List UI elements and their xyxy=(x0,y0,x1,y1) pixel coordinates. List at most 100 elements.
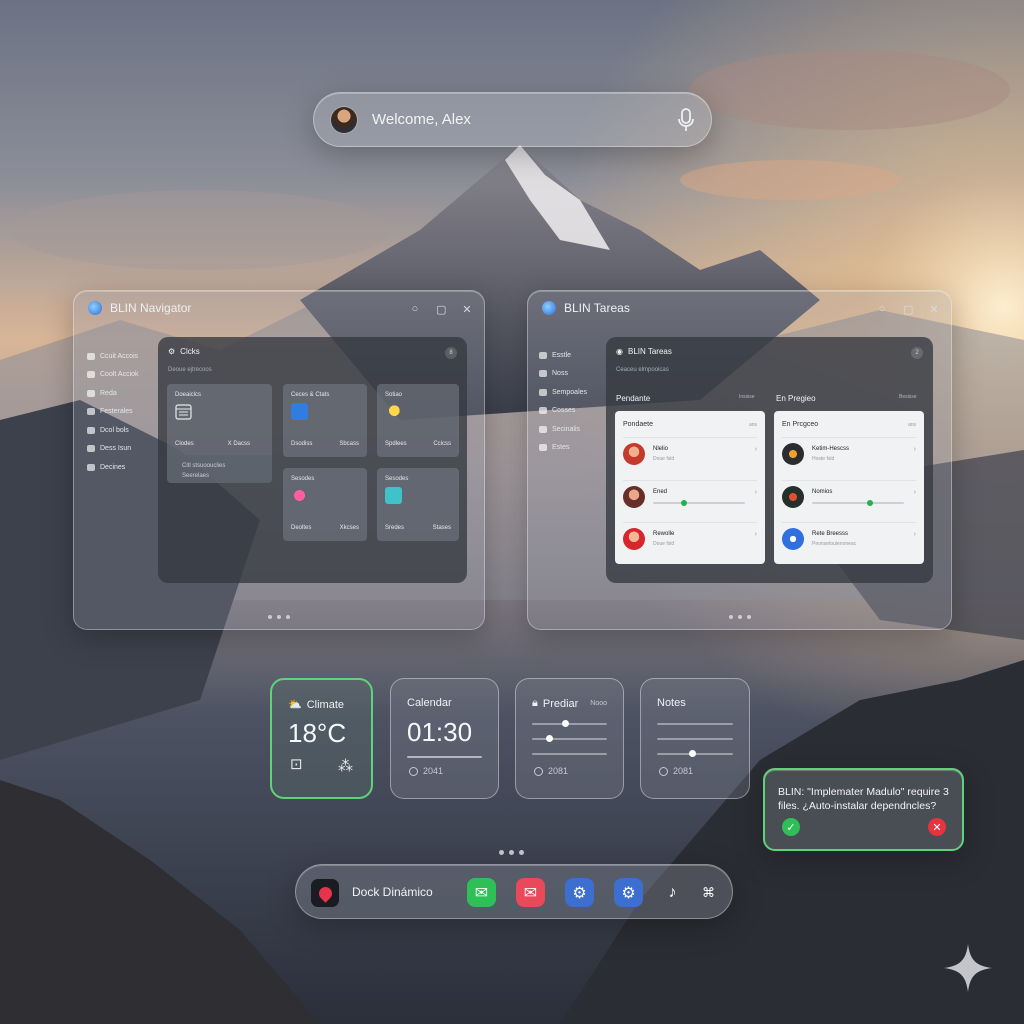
slider[interactable] xyxy=(532,720,607,727)
task-row[interactable]: Nlelio Doue fsld › xyxy=(623,437,757,469)
globe-icon: ◉ xyxy=(616,347,623,356)
tasks-title-bar: BLIN Tareas xyxy=(542,301,630,315)
maximize-icon[interactable]: ▢ xyxy=(436,303,446,316)
avatar xyxy=(782,443,804,465)
maximize-icon[interactable]: ▢ xyxy=(903,303,913,316)
column-title-progress: En Pregieo Besisse xyxy=(776,394,917,403)
panel-badge: 8 xyxy=(445,347,457,359)
panel-title: ⚙ Clcks xyxy=(168,347,200,356)
predict-widget[interactable]: 🔒︎ Prediar Nooo 2081 xyxy=(515,678,624,799)
welcome-bar[interactable]: Welcome, Alex xyxy=(313,92,712,147)
sidebar-item-icon xyxy=(539,370,547,378)
sidebar-item[interactable]: Esstle xyxy=(539,346,587,365)
sidebar-item[interactable]: Ccuit Accois xyxy=(87,347,139,366)
mail-icon[interactable]: ✉ xyxy=(516,878,545,907)
chevron-right-icon[interactable]: › xyxy=(755,446,757,453)
close-icon: ✕ xyxy=(932,821,942,834)
navigator-window[interactable]: BLIN Navigator ○ ▢ ✕ Ccuit Accois Coolt … xyxy=(73,290,485,630)
sidebar-item[interactable]: Dcol bols xyxy=(87,421,139,440)
slider[interactable] xyxy=(657,750,733,757)
card-footer: Citl stsuoouclies Seerelaes xyxy=(167,455,272,483)
task-row[interactable]: Rete Breesss Peonsetoulenoneac › xyxy=(782,522,916,554)
sidebar-item[interactable]: Festerales xyxy=(87,403,139,422)
refresh-icon[interactable]: ○ xyxy=(877,303,887,316)
microphone-icon[interactable] xyxy=(677,107,695,133)
music-icon[interactable]: ♪ xyxy=(658,878,687,907)
install-notification[interactable]: BLIN: "Implemater Madulo" require 3 file… xyxy=(763,768,964,851)
sidebar-item-icon xyxy=(87,371,95,379)
page-dots[interactable] xyxy=(268,615,290,619)
lock-icon: 🔒︎ xyxy=(532,697,538,709)
time-bar xyxy=(407,756,482,758)
app-card[interactable]: Sesodes Deoltes Xkcses xyxy=(283,468,367,541)
image-icon xyxy=(385,487,402,504)
sidebar-item[interactable]: Dess Isun xyxy=(87,440,139,459)
slider-knob[interactable] xyxy=(546,735,553,742)
clock-icon xyxy=(409,766,418,776)
slider[interactable] xyxy=(532,735,607,742)
sidebar-item-icon xyxy=(539,425,547,433)
sidebar-item[interactable]: Reda xyxy=(87,384,139,403)
settings-icon[interactable]: ⚙ xyxy=(565,878,594,907)
app-card[interactable]: Sesodes Sredes Stases xyxy=(377,468,459,541)
climate-widget[interactable]: ⛅ Climate 18°C ⊡ ⁂ xyxy=(270,678,373,799)
sidebar-item[interactable]: Secinalis xyxy=(539,420,587,439)
app-card[interactable]: Ceces & Ctats Dsodiss Sbcass xyxy=(283,384,367,457)
app-card[interactable]: Doeaiclcs Clodes X Dacss Citl stsuooucli… xyxy=(167,384,272,483)
confirm-button[interactable]: ✓ xyxy=(782,818,800,836)
calendar-widget[interactable]: Calendar 01:30 2041 xyxy=(390,678,499,799)
sidebar-item-icon xyxy=(87,389,95,397)
close-icon[interactable]: ✕ xyxy=(929,303,939,316)
cancel-button[interactable]: ✕ xyxy=(928,818,946,836)
chevron-right-icon[interactable]: › xyxy=(914,489,916,496)
sidebar-item[interactable]: Cosses xyxy=(539,402,587,421)
note-line xyxy=(657,738,733,740)
refresh-icon[interactable]: ○ xyxy=(410,303,420,316)
note-line xyxy=(657,723,733,725)
sidebar-item[interactable]: Sempoales xyxy=(539,383,587,402)
panel-subtitle: Deoue ejtrecoos xyxy=(168,367,212,373)
apps-icon: ⚙ xyxy=(168,347,176,356)
avatar xyxy=(782,528,804,550)
gamepad-icon[interactable]: ⌘ xyxy=(694,878,723,907)
in-progress-list: En Prcgceo ans Ketim-Hescss Hoste fsld ›… xyxy=(774,411,924,564)
globe-icon xyxy=(542,301,556,315)
task-row[interactable]: Nomios › xyxy=(782,480,916,512)
navigator-panel: ⚙ Clcks Deoue ejtrecoos 8 Doeaiclcs Clod… xyxy=(158,337,467,583)
sidebar-item[interactable]: Coolt Acciok xyxy=(87,366,139,385)
rain-icon[interactable]: ⁂ xyxy=(338,757,353,775)
column-title-pending: Pendante Insisse xyxy=(616,394,755,403)
user-avatar[interactable] xyxy=(330,105,358,134)
sidebar-item[interactable]: Estes xyxy=(539,439,587,458)
sidebar-item[interactable]: Decines xyxy=(87,458,139,477)
dock-label: Dock Dinámico xyxy=(352,885,433,899)
tasks-sidebar: Esstle Noss Sempoales Cosses Secinalis E… xyxy=(539,346,587,457)
camera-icon[interactable]: ⊡ xyxy=(290,755,303,773)
slider-knob[interactable] xyxy=(562,720,569,727)
notes-widget[interactable]: Notes 2081 xyxy=(640,678,750,799)
chevron-right-icon[interactable]: › xyxy=(914,531,916,538)
avatar xyxy=(782,486,804,508)
sidebar-item[interactable]: Noss xyxy=(539,365,587,384)
sparkle-icon xyxy=(944,944,992,992)
messages-icon[interactable]: ✉ xyxy=(467,878,496,907)
progress-knob xyxy=(680,500,687,506)
page-dots[interactable] xyxy=(499,850,524,855)
chevron-right-icon[interactable]: › xyxy=(755,531,757,538)
preferences-icon[interactable]: ⚙ xyxy=(614,878,643,907)
slider-knob[interactable] xyxy=(689,750,696,757)
progress-knob xyxy=(867,500,874,506)
calendar-time: 01:30 xyxy=(407,717,473,747)
chevron-right-icon[interactable]: › xyxy=(914,446,916,453)
close-icon[interactable]: ✕ xyxy=(462,303,472,316)
task-row[interactable]: Rewolle Doue fsld › xyxy=(623,522,757,554)
chevron-right-icon[interactable]: › xyxy=(755,489,757,496)
slider[interactable] xyxy=(532,753,607,755)
task-row[interactable]: Ened › xyxy=(623,480,757,512)
page-dots[interactable] xyxy=(728,615,751,619)
task-row[interactable]: Ketim-Hescss Hoste fsld › xyxy=(782,437,916,469)
app-logo-icon[interactable] xyxy=(311,879,339,907)
check-icon: ✓ xyxy=(786,821,796,834)
app-card[interactable]: Sotiao Spdlees Ccicss xyxy=(377,384,459,457)
tasks-window[interactable]: BLIN Tareas ○ ▢ ✕ Esstle Noss Sempoales … xyxy=(527,290,952,630)
